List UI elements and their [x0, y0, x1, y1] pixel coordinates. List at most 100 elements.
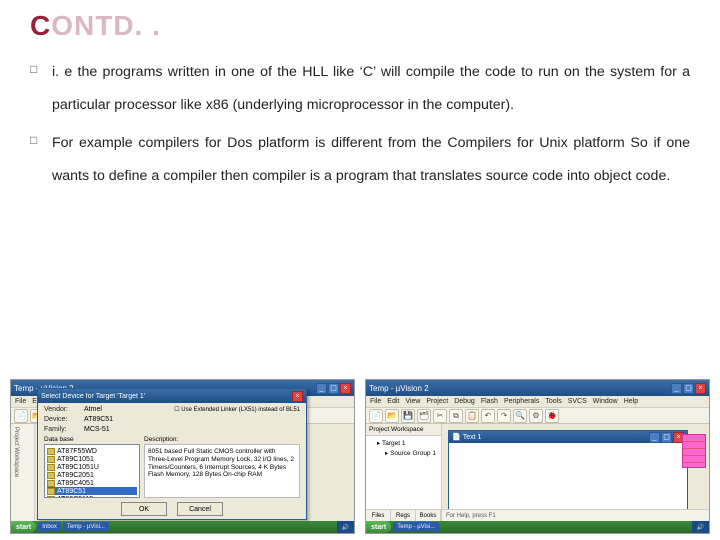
menu-item[interactable]: View: [405, 398, 420, 405]
tree-node[interactable]: ▸ Target 1: [369, 438, 438, 448]
chip-icon: [47, 448, 55, 455]
notes-overlay: [682, 434, 706, 468]
tree-item: AT89C2051: [47, 471, 137, 479]
close-icon[interactable]: ×: [695, 383, 706, 394]
close-icon[interactable]: ×: [340, 383, 351, 394]
database-label: Data base: [44, 436, 140, 443]
title-rest: ONTD. .: [51, 10, 161, 41]
title-first-letter: C: [30, 10, 51, 41]
menu-item[interactable]: Help: [624, 398, 638, 405]
menu-item[interactable]: File: [15, 398, 26, 405]
taskbar-item[interactable]: Inbox: [38, 522, 61, 532]
tray-icon[interactable]: 🔊: [342, 524, 349, 531]
debug-icon[interactable]: 🐞: [545, 409, 559, 423]
taskbar-item[interactable]: Temp - µVisi...: [393, 522, 439, 532]
menu-item[interactable]: Peripherals: [504, 398, 539, 405]
system-tray: 🔊: [692, 521, 709, 533]
device-label: Device:: [44, 416, 78, 423]
side-tab-label[interactable]: Project Workspace: [11, 424, 21, 480]
screenshot-row: Temp - µVision 2 _ ▢ × File Edit View Pr…: [10, 379, 710, 534]
minimize-icon[interactable]: _: [649, 432, 660, 443]
tree-item: AT89C4051: [47, 479, 137, 487]
cancel-button[interactable]: Cancel: [177, 502, 223, 516]
child-title: Text 1: [463, 434, 649, 441]
menu-item[interactable]: Window: [593, 398, 618, 405]
panel-tab[interactable]: Books: [416, 510, 441, 521]
panel-tab[interactable]: Regs: [391, 510, 416, 521]
menu-item[interactable]: Debug: [454, 398, 475, 405]
redo-icon[interactable]: ↷: [497, 409, 511, 423]
project-workspace-panel: Project Workspace ▸ Target 1 ▸ Source Gr…: [366, 424, 442, 521]
maximize-icon[interactable]: ▢: [661, 432, 672, 443]
select-device-dialog: Select Device for Target 'Target 1' × Ve…: [37, 388, 307, 520]
panel-tabs: Files Regs Books: [366, 509, 441, 521]
menu-item[interactable]: Flash: [481, 398, 498, 405]
new-file-icon[interactable]: 📄: [369, 409, 383, 423]
minimize-icon[interactable]: _: [316, 383, 327, 394]
start-button[interactable]: start: [11, 521, 36, 533]
new-file-icon[interactable]: 📄: [14, 409, 28, 423]
tree-item: AT87F55WD: [47, 447, 137, 455]
chip-icon: [47, 488, 55, 495]
screenshot-keil-device-dialog: Temp - µVision 2 _ ▢ × File Edit View Pr…: [10, 379, 355, 534]
menu-item[interactable]: File: [370, 398, 381, 405]
project-side-panel: Project Workspace: [11, 424, 35, 521]
taskbar-item[interactable]: Temp - µVisi...: [63, 522, 109, 532]
slide-title: CONTD. .: [30, 10, 690, 42]
chip-icon: [47, 456, 55, 463]
screenshot-keil-editor: Temp - µVision 2 _ ▢ × File Edit View Pr…: [365, 379, 710, 534]
editor-area[interactable]: [449, 443, 687, 515]
tree-node[interactable]: ▸ Source Group 1: [369, 448, 438, 458]
status-bar: For Help, press F1: [442, 509, 709, 521]
panel-tab[interactable]: Files: [366, 510, 391, 521]
chip-icon: [47, 496, 55, 499]
menu-item[interactable]: Project: [426, 398, 448, 405]
save-icon[interactable]: 💾: [401, 409, 415, 423]
family-label: Family:: [44, 426, 78, 433]
bullet-item: For example compilers for Dos platform i…: [30, 127, 690, 192]
menu-item[interactable]: SVCS: [568, 398, 587, 405]
taskbar: start Temp - µVisi... 🔊: [366, 521, 709, 533]
extended-linker-checkbox[interactable]: ☐ Use Extended Linker (LX51) instead of …: [174, 406, 300, 413]
tray-icon[interactable]: 🔊: [697, 524, 704, 531]
app-titlebar: Temp - µVision 2 _ ▢ ×: [366, 380, 709, 396]
device-tree[interactable]: AT87F55WD AT89C1051 AT89C1051U AT89C2051…: [44, 444, 140, 498]
child-titlebar: 📄 Text 1 _ ▢ ×: [449, 431, 687, 443]
save-all-icon[interactable]: 🗂: [417, 409, 431, 423]
menu-bar: File Edit View Project Debug Flash Perip…: [366, 396, 709, 408]
open-icon[interactable]: 📂: [385, 409, 399, 423]
project-tree[interactable]: ▸ Target 1 ▸ Source Group 1: [366, 436, 441, 460]
dialog-close-icon[interactable]: ×: [292, 391, 303, 402]
editor-child-window: 📄 Text 1 _ ▢ ×: [448, 430, 688, 516]
menu-item[interactable]: Edit: [387, 398, 399, 405]
chip-icon: [47, 480, 55, 487]
paste-icon[interactable]: 📋: [465, 409, 479, 423]
description-label: Description:: [144, 436, 300, 443]
taskbar: start Inbox Temp - µVisi... 🔊: [11, 521, 354, 533]
description-text: 8051 based Full Static CMOS controller w…: [144, 444, 300, 498]
undo-icon[interactable]: ↶: [481, 409, 495, 423]
bullet-list: i. e the programs written in one of the …: [30, 56, 690, 193]
vendor-label: Vendor:: [44, 406, 78, 413]
dialog-title: Select Device for Target 'Target 1': [41, 393, 292, 400]
dialog-titlebar: Select Device for Target 'Target 1' ×: [38, 389, 306, 403]
panel-header: Project Workspace: [366, 424, 441, 436]
cut-icon[interactable]: ✂: [433, 409, 447, 423]
menu-item[interactable]: Tools: [545, 398, 561, 405]
find-icon[interactable]: 🔍: [513, 409, 527, 423]
tree-item: AT89C5115: [47, 495, 137, 498]
tree-item: AT89C1051U: [47, 463, 137, 471]
copy-icon[interactable]: ⧉: [449, 409, 463, 423]
maximize-icon[interactable]: ▢: [328, 383, 339, 394]
minimize-icon[interactable]: _: [671, 383, 682, 394]
ok-button[interactable]: OK: [121, 502, 167, 516]
document-icon: 📄: [452, 433, 461, 441]
app-title: Temp - µVision 2: [369, 384, 671, 393]
toolbar: 📄 📂 💾 🗂 ✂ ⧉ 📋 ↶ ↷ 🔍 ⚙ 🐞: [366, 408, 709, 424]
build-icon[interactable]: ⚙: [529, 409, 543, 423]
chip-icon: [47, 472, 55, 479]
tree-item-selected: AT89C51: [47, 487, 137, 495]
tree-item: AT89C1051: [47, 455, 137, 463]
maximize-icon[interactable]: ▢: [683, 383, 694, 394]
start-button[interactable]: start: [366, 521, 391, 533]
